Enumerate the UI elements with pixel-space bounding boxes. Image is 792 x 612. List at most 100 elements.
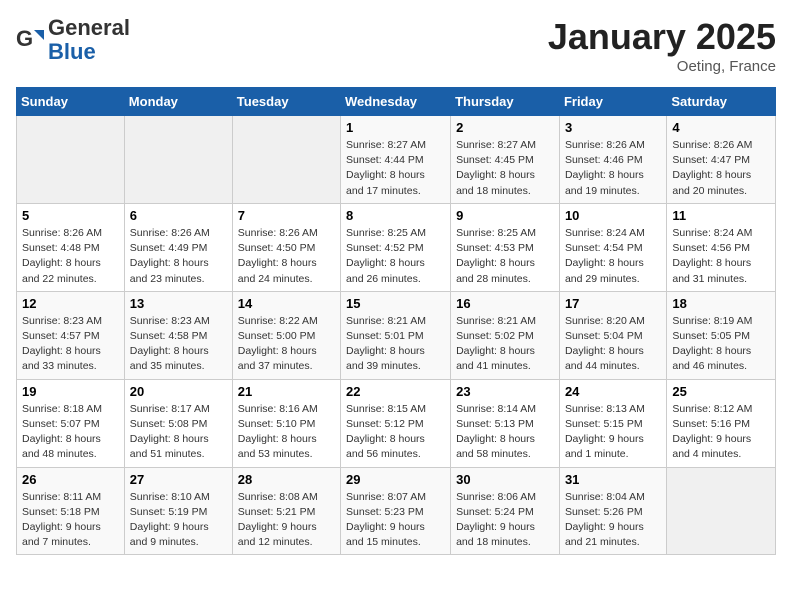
day-info: Sunrise: 8:17 AM Sunset: 5:08 PM Dayligh… xyxy=(130,402,227,463)
day-number: 7 xyxy=(238,208,335,223)
day-number: 29 xyxy=(346,472,445,487)
day-number: 14 xyxy=(238,296,335,311)
calendar-cell: 19 Sunrise: 8:18 AM Sunset: 5:07 PM Dayli… xyxy=(17,379,125,467)
calendar-cell: 28 Sunrise: 8:08 AM Sunset: 5:21 PM Dayli… xyxy=(232,467,340,555)
day-number: 12 xyxy=(22,296,119,311)
day-number: 21 xyxy=(238,384,335,399)
day-number: 8 xyxy=(346,208,445,223)
calendar-cell: 21 Sunrise: 8:16 AM Sunset: 5:10 PM Dayli… xyxy=(232,379,340,467)
day-info: Sunrise: 8:26 AM Sunset: 4:49 PM Dayligh… xyxy=(130,226,227,287)
day-number: 4 xyxy=(672,120,770,135)
weekday-header-sunday: Sunday xyxy=(17,88,125,116)
day-number: 11 xyxy=(672,208,770,223)
calendar-cell: 27 Sunrise: 8:10 AM Sunset: 5:19 PM Dayli… xyxy=(124,467,232,555)
day-info: Sunrise: 8:11 AM Sunset: 5:18 PM Dayligh… xyxy=(22,490,119,551)
day-number: 23 xyxy=(456,384,554,399)
calendar-cell: 7 Sunrise: 8:26 AM Sunset: 4:50 PM Daylig… xyxy=(232,203,340,291)
calendar-cell: 20 Sunrise: 8:17 AM Sunset: 5:08 PM Dayli… xyxy=(124,379,232,467)
calendar-cell: 29 Sunrise: 8:07 AM Sunset: 5:23 PM Dayli… xyxy=(341,467,451,555)
calendar-cell: 11Sunrise: 8:24 AM Sunset: 4:56 PM Dayli… xyxy=(667,203,776,291)
day-number: 27 xyxy=(130,472,227,487)
day-info: Sunrise: 8:25 AM Sunset: 4:52 PM Dayligh… xyxy=(346,226,445,287)
calendar-cell: 17 Sunrise: 8:20 AM Sunset: 5:04 PM Dayli… xyxy=(559,291,666,379)
calendar-cell: 10Sunrise: 8:24 AM Sunset: 4:54 PM Dayli… xyxy=(559,203,666,291)
calendar-cell: 1 Sunrise: 8:27 AM Sunset: 4:44 PM Daylig… xyxy=(341,116,451,204)
day-info: Sunrise: 8:06 AM Sunset: 5:24 PM Dayligh… xyxy=(456,490,554,551)
weekday-header-tuesday: Tuesday xyxy=(232,88,340,116)
day-number: 5 xyxy=(22,208,119,223)
day-number: 1 xyxy=(346,120,445,135)
day-number: 31 xyxy=(565,472,661,487)
day-number: 6 xyxy=(130,208,227,223)
day-info: Sunrise: 8:22 AM Sunset: 5:00 PM Dayligh… xyxy=(238,314,335,375)
day-info: Sunrise: 8:16 AM Sunset: 5:10 PM Dayligh… xyxy=(238,402,335,463)
day-number: 15 xyxy=(346,296,445,311)
day-number: 9 xyxy=(456,208,554,223)
day-info: Sunrise: 8:18 AM Sunset: 5:07 PM Dayligh… xyxy=(22,402,119,463)
day-info: Sunrise: 8:21 AM Sunset: 5:02 PM Dayligh… xyxy=(456,314,554,375)
day-info: Sunrise: 8:27 AM Sunset: 4:45 PM Dayligh… xyxy=(456,138,554,199)
day-number: 18 xyxy=(672,296,770,311)
day-info: Sunrise: 8:15 AM Sunset: 5:12 PM Dayligh… xyxy=(346,402,445,463)
logo-general-text: General xyxy=(48,15,130,40)
calendar-cell: 14 Sunrise: 8:22 AM Sunset: 5:00 PM Dayli… xyxy=(232,291,340,379)
calendar-cell: 12Sunrise: 8:23 AM Sunset: 4:57 PM Dayli… xyxy=(17,291,125,379)
calendar-cell: 5Sunrise: 8:26 AM Sunset: 4:48 PM Daylig… xyxy=(17,203,125,291)
day-number: 30 xyxy=(456,472,554,487)
day-info: Sunrise: 8:14 AM Sunset: 5:13 PM Dayligh… xyxy=(456,402,554,463)
week-row-5: 26 Sunrise: 8:11 AM Sunset: 5:18 PM Dayli… xyxy=(17,467,776,555)
day-number: 3 xyxy=(565,120,661,135)
logo-blue-text: Blue xyxy=(48,39,96,64)
day-number: 19 xyxy=(22,384,119,399)
day-number: 17 xyxy=(565,296,661,311)
calendar-cell: 31Sunrise: 8:04 AM Sunset: 5:26 PM Dayli… xyxy=(559,467,666,555)
day-info: Sunrise: 8:20 AM Sunset: 5:04 PM Dayligh… xyxy=(565,314,661,375)
day-number: 25 xyxy=(672,384,770,399)
calendar-cell: 24Sunrise: 8:13 AM Sunset: 5:15 PM Dayli… xyxy=(559,379,666,467)
week-row-3: 12Sunrise: 8:23 AM Sunset: 4:57 PM Dayli… xyxy=(17,291,776,379)
week-row-2: 5Sunrise: 8:26 AM Sunset: 4:48 PM Daylig… xyxy=(17,203,776,291)
weekday-header-wednesday: Wednesday xyxy=(341,88,451,116)
week-row-1: 1 Sunrise: 8:27 AM Sunset: 4:44 PM Daylig… xyxy=(17,116,776,204)
day-info: Sunrise: 8:08 AM Sunset: 5:21 PM Dayligh… xyxy=(238,490,335,551)
day-info: Sunrise: 8:26 AM Sunset: 4:46 PM Dayligh… xyxy=(565,138,661,199)
month-title: January 2025 xyxy=(548,16,776,58)
day-info: Sunrise: 8:19 AM Sunset: 5:05 PM Dayligh… xyxy=(672,314,770,375)
calendar-cell xyxy=(667,467,776,555)
day-info: Sunrise: 8:23 AM Sunset: 4:58 PM Dayligh… xyxy=(130,314,227,375)
day-info: Sunrise: 8:24 AM Sunset: 4:54 PM Dayligh… xyxy=(565,226,661,287)
calendar-table: SundayMondayTuesdayWednesdayThursdayFrid… xyxy=(16,87,776,555)
weekday-header-monday: Monday xyxy=(124,88,232,116)
calendar-cell xyxy=(17,116,125,204)
calendar-cell: 26 Sunrise: 8:11 AM Sunset: 5:18 PM Dayli… xyxy=(17,467,125,555)
day-info: Sunrise: 8:13 AM Sunset: 5:15 PM Dayligh… xyxy=(565,402,661,463)
calendar-cell: 30 Sunrise: 8:06 AM Sunset: 5:24 PM Dayli… xyxy=(451,467,560,555)
location-text: Oeting, France xyxy=(548,58,776,75)
day-info: Sunrise: 8:26 AM Sunset: 4:50 PM Dayligh… xyxy=(238,226,335,287)
title-block: January 2025 Oeting, France xyxy=(548,16,776,75)
day-number: 20 xyxy=(130,384,227,399)
day-number: 22 xyxy=(346,384,445,399)
svg-text:G: G xyxy=(16,26,33,51)
day-number: 26 xyxy=(22,472,119,487)
day-info: Sunrise: 8:27 AM Sunset: 4:44 PM Dayligh… xyxy=(346,138,445,199)
day-number: 16 xyxy=(456,296,554,311)
calendar-cell: 25Sunrise: 8:12 AM Sunset: 5:16 PM Dayli… xyxy=(667,379,776,467)
day-number: 28 xyxy=(238,472,335,487)
calendar-cell: 3 Sunrise: 8:26 AM Sunset: 4:46 PM Daylig… xyxy=(559,116,666,204)
day-info: Sunrise: 8:07 AM Sunset: 5:23 PM Dayligh… xyxy=(346,490,445,551)
logo-icon: G xyxy=(16,26,44,54)
day-number: 13 xyxy=(130,296,227,311)
calendar-cell: 2 Sunrise: 8:27 AM Sunset: 4:45 PM Daylig… xyxy=(451,116,560,204)
weekday-header-friday: Friday xyxy=(559,88,666,116)
calendar-cell: 4Sunrise: 8:26 AM Sunset: 4:47 PM Daylig… xyxy=(667,116,776,204)
weekday-header-row: SundayMondayTuesdayWednesdayThursdayFrid… xyxy=(17,88,776,116)
logo: G General Blue xyxy=(16,16,130,64)
calendar-cell xyxy=(232,116,340,204)
day-info: Sunrise: 8:10 AM Sunset: 5:19 PM Dayligh… xyxy=(130,490,227,551)
calendar-cell: 8 Sunrise: 8:25 AM Sunset: 4:52 PM Daylig… xyxy=(341,203,451,291)
day-number: 2 xyxy=(456,120,554,135)
weekday-header-saturday: Saturday xyxy=(667,88,776,116)
week-row-4: 19 Sunrise: 8:18 AM Sunset: 5:07 PM Dayli… xyxy=(17,379,776,467)
day-info: Sunrise: 8:21 AM Sunset: 5:01 PM Dayligh… xyxy=(346,314,445,375)
